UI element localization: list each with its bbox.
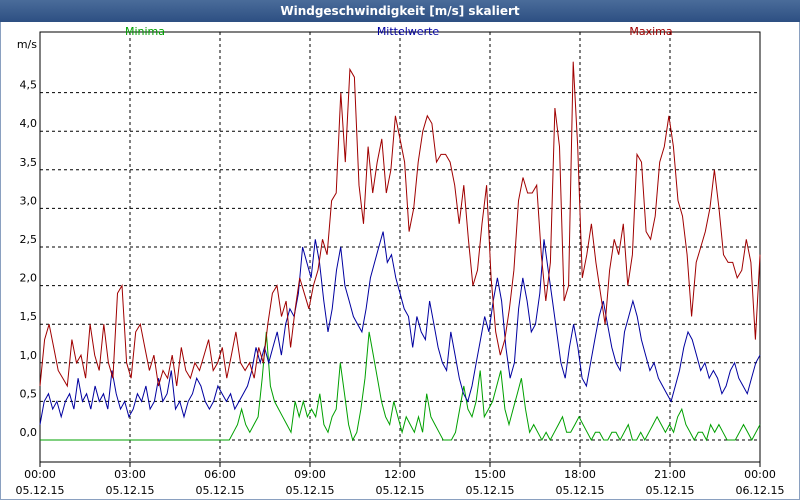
y-tick-label: 1,5 <box>20 310 38 323</box>
y-tick-label: 1,0 <box>20 349 38 362</box>
y-tick-label: 3,0 <box>20 194 38 207</box>
legend-entry-mittelwerte: Mittelwerte <box>377 25 440 38</box>
x-tick-date-label: 05.12.15 <box>286 484 335 497</box>
x-tick-time-label: 21:00 <box>654 468 686 481</box>
x-tick-date-label: 05.12.15 <box>556 484 605 497</box>
x-tick-time-label: 00:00 <box>744 468 776 481</box>
x-tick-date-label: 05.12.15 <box>106 484 155 497</box>
x-tick-time-label: 15:00 <box>474 468 506 481</box>
y-tick-label: 4,0 <box>20 117 38 130</box>
x-tick-date-label: 06.12.15 <box>736 484 785 497</box>
x-tick-time-label: 12:00 <box>384 468 416 481</box>
x-tick-time-label: 09:00 <box>294 468 326 481</box>
x-tick-time-label: 00:00 <box>24 468 56 481</box>
wind-speed-chart: 0,0 0,5 1,0 1,5 2,0 2,5 3,0 3,5 4,0 4,5 m/s 00:00 05… <box>16 25 785 497</box>
y-tick-label: 0,0 <box>20 426 38 439</box>
x-tick-date-label: 05.12.15 <box>196 484 245 497</box>
x-tick-time-label: 18:00 <box>564 468 596 481</box>
x-tick-date-label: 05.12.15 <box>16 484 65 497</box>
y-tick-label: 4,5 <box>20 79 38 92</box>
legend-entry-minima: Minima <box>125 25 165 38</box>
y-tick-label: 3,5 <box>20 156 38 169</box>
y-tick-label: 2,0 <box>20 272 38 285</box>
x-tick-time-label: 03:00 <box>114 468 146 481</box>
x-tick-date-label: 05.12.15 <box>466 484 515 497</box>
x-tick-date-label: 05.12.15 <box>646 484 695 497</box>
y-axis-unit: m/s <box>17 38 37 51</box>
legend-entry-maxima: Maxima <box>629 25 672 38</box>
x-tick-date-label: 05.12.15 <box>376 484 425 497</box>
x-tick-time-label: 06:00 <box>204 468 236 481</box>
chart-title: Windgeschwindigkeit [m/s] skaliert <box>0 0 800 22</box>
y-tick-label: 2,5 <box>20 233 38 246</box>
y-tick-label: 0,5 <box>20 387 38 400</box>
